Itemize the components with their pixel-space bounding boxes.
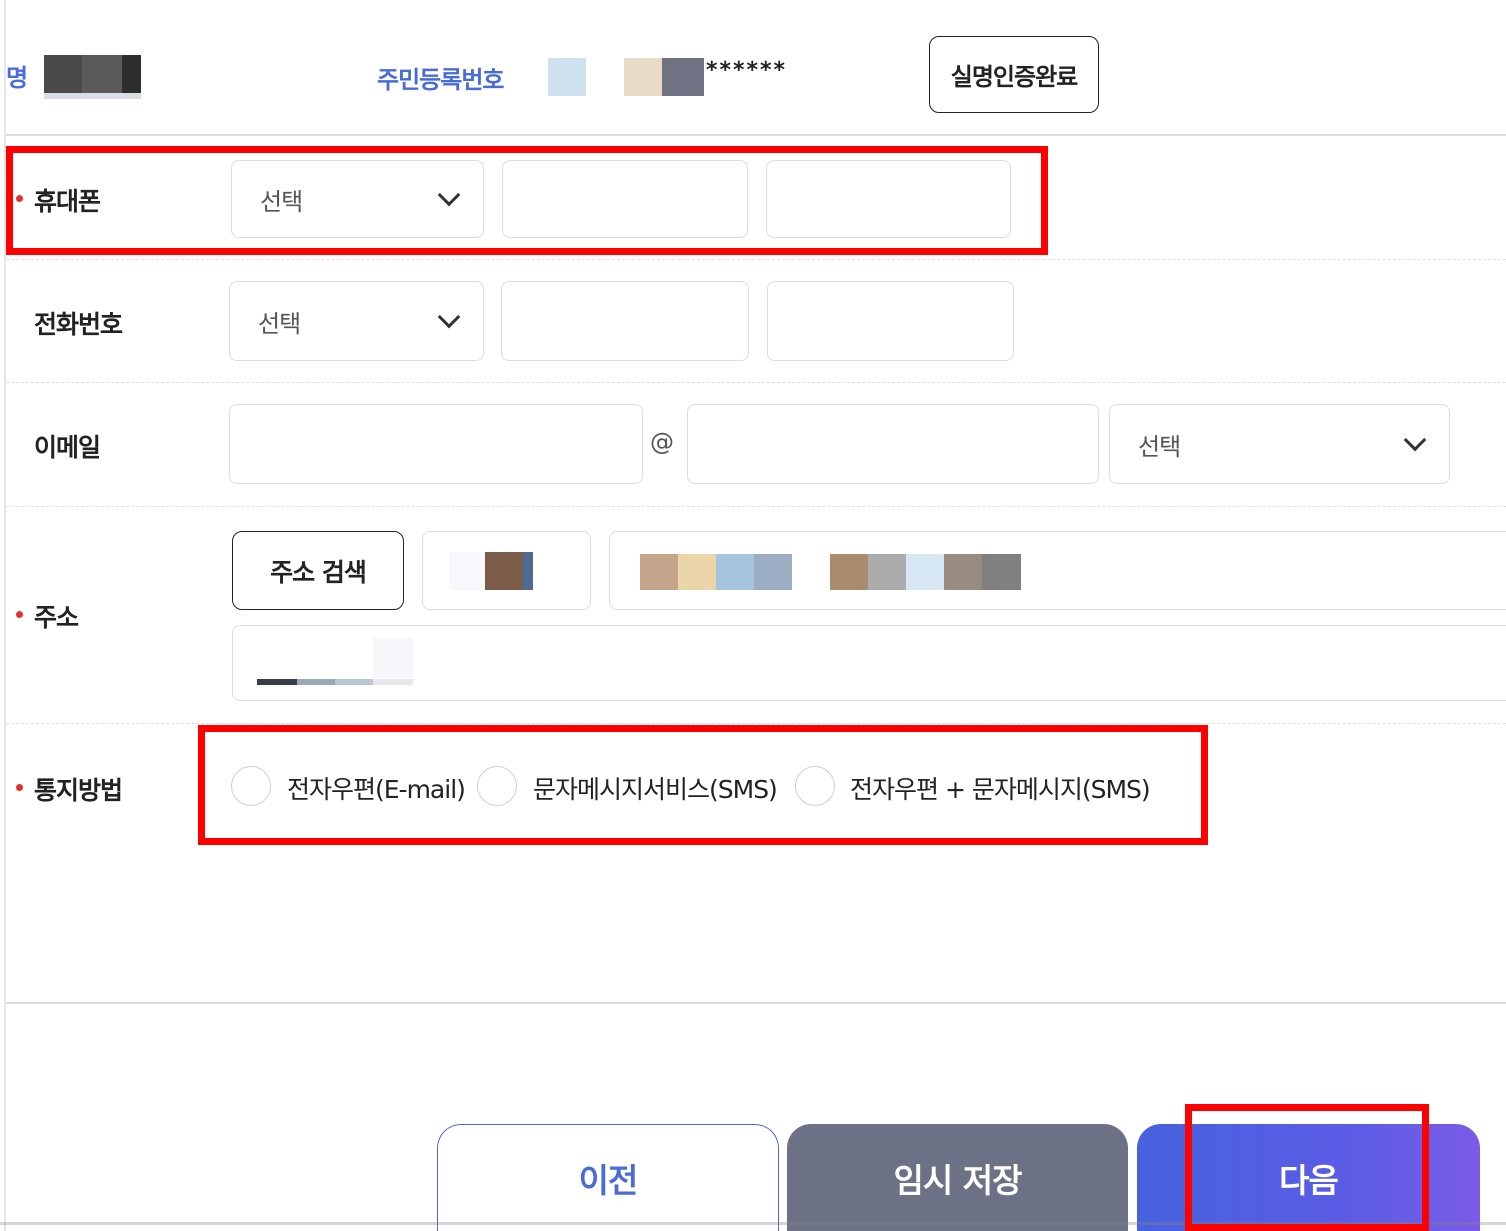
name-label: 명 (6, 64, 28, 92)
resident-number-redacted-2 (624, 58, 704, 96)
email-domain-select-value: 선택 (1138, 432, 1181, 461)
resident-number-label: 주민등록번호 (377, 66, 504, 94)
postal-code-redacted (449, 552, 533, 590)
name-value-redacted (44, 55, 141, 99)
road-address-redacted-2 (830, 554, 1021, 590)
address-search-button[interactable]: 주소 검색 (232, 531, 404, 610)
verify-complete-button[interactable]: 실명인증완료 (929, 36, 1099, 113)
highlight-notification (198, 725, 1208, 845)
temp-save-button[interactable]: 임시 저장 (787, 1124, 1128, 1231)
chevron-down-icon (1403, 428, 1427, 452)
road-address-redacted-1 (640, 554, 792, 590)
at-sign: @ (650, 428, 674, 456)
divider (6, 506, 1506, 507)
detail-address-input[interactable] (232, 625, 1506, 701)
email-domain-input[interactable] (687, 404, 1099, 484)
prev-button[interactable]: 이전 (437, 1124, 779, 1231)
detail-address-redacted (257, 638, 413, 686)
phone-label: 전화번호 (34, 310, 123, 339)
divider (6, 723, 1506, 724)
email-domain-select[interactable]: 선택 (1109, 404, 1450, 484)
divider (6, 259, 1506, 260)
resident-number-masked: ****** (706, 58, 788, 83)
email-label: 이메일 (34, 433, 101, 462)
phone-middle-input[interactable] (501, 281, 749, 361)
phone-last-input[interactable] (767, 281, 1014, 361)
divider (6, 1002, 1506, 1004)
highlight-mobile (6, 146, 1048, 255)
highlight-next-button (1185, 1104, 1429, 1231)
divider (6, 382, 1506, 383)
notification-label: 통지방법 (34, 776, 123, 805)
chevron-down-icon (437, 305, 461, 329)
phone-prefix-select[interactable]: 선택 (229, 281, 484, 361)
required-dot (16, 784, 23, 791)
phone-prefix-value: 선택 (258, 309, 301, 338)
required-dot (16, 611, 23, 618)
road-address-input[interactable] (609, 531, 1506, 610)
email-local-input[interactable] (229, 404, 643, 484)
divider (6, 134, 1506, 136)
resident-number-redacted-1 (548, 58, 586, 96)
address-label: 주소 (34, 603, 79, 632)
postal-code-input[interactable] (422, 531, 591, 610)
